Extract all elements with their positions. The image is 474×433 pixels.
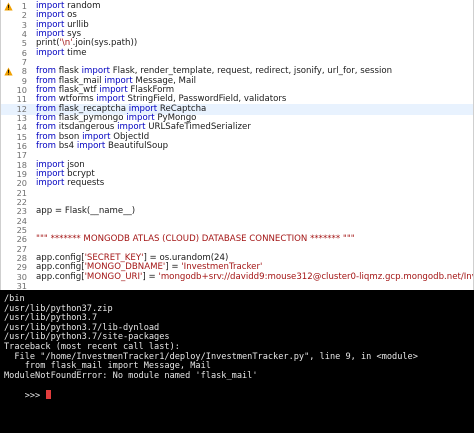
terminal-line: /usr/lib/python37.zip — [4, 303, 113, 314]
terminal-line: ModuleNotFoundError: No module named 'fl… — [4, 370, 258, 381]
terminal-line: /bin — [4, 294, 25, 304]
terminal-cursor — [46, 390, 52, 400]
code-line-31[interactable]: 31 — [1, 280, 473, 290]
terminal-line: /usr/lib/python3.7/lib-dynload — [4, 322, 160, 333]
code-editor[interactable]: 1 import random 2 import os 3 import urllib 4 i… — [0, 0, 474, 290]
terminal-line: File "/home/InvestmenTracker1/deploy/Inv… — [4, 351, 418, 362]
terminal-prompt[interactable]: >>> — [4, 380, 52, 401]
terminal-line: from flask_mail import Message, Mail — [4, 361, 211, 372]
terminal-line: Traceback (most recent call last): — [4, 342, 180, 352]
terminal-line: /usr/lib/python3.7/site-packages — [4, 332, 170, 343]
terminal-line: /usr/lib/python3.7 — [4, 313, 98, 324]
console-terminal[interactable]: /bin/usr/lib/python37.zip/usr/lib/python… — [0, 290, 474, 433]
line-number: 31 — [16, 280, 27, 290]
prompt-text: >>> — [24, 391, 46, 402]
